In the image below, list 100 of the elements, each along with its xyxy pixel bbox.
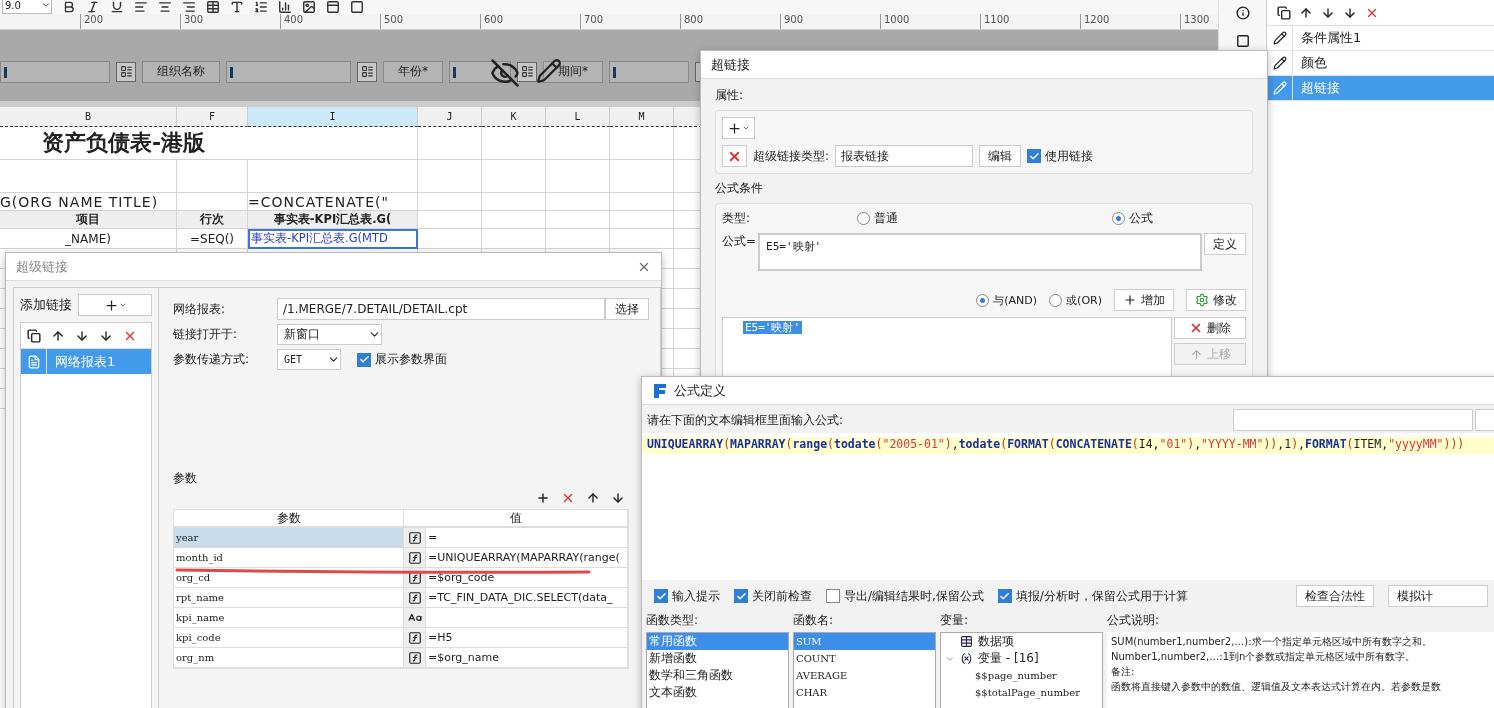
list-icon[interactable]	[254, 0, 268, 14]
down-arrow-icon[interactable]	[1321, 5, 1335, 20]
text-icon[interactable]	[230, 0, 244, 14]
bold-icon[interactable]	[62, 0, 76, 14]
table-cell[interactable]: 项目	[0, 211, 177, 229]
type-selector[interactable]	[404, 528, 426, 548]
column-header[interactable]: L	[546, 107, 610, 127]
radio-button[interactable]	[1112, 212, 1125, 225]
input-field[interactable]: /1.MERGE/7.DETAIL/DETAIL.cpt	[277, 298, 605, 320]
empty-cell[interactable]	[248, 160, 418, 193]
edit-button[interactable]: 编辑	[979, 145, 1022, 167]
input-field[interactable]: 报表链接	[835, 145, 974, 167]
dropdown[interactable]: 新窗口	[277, 324, 382, 345]
delete-button[interactable]	[722, 145, 747, 167]
empty-cell[interactable]	[610, 160, 674, 193]
table-icon[interactable]	[206, 0, 220, 14]
table-cell[interactable]: =TC_FIN_DATA_DIC.SELECT(data_	[426, 588, 628, 608]
checkbox[interactable]	[734, 589, 748, 603]
column-header[interactable]: F	[177, 107, 248, 127]
copy-icon[interactable]	[1277, 5, 1291, 20]
align-center-icon[interactable]	[158, 0, 172, 14]
empty-cell[interactable]	[610, 229, 674, 249]
table-cell[interactable]: kpi_code	[174, 628, 404, 648]
checkbox[interactable]	[357, 352, 371, 367]
delete-icon[interactable]	[561, 491, 575, 505]
empty-cell[interactable]	[418, 127, 482, 160]
table-cell[interactable]: =UNIQUEARRAY(MAPARRAY(range(	[426, 548, 628, 568]
border-icon[interactable]	[350, 0, 364, 14]
add-icon[interactable]	[536, 491, 550, 505]
column-header[interactable]: M	[610, 107, 674, 127]
parameter-field[interactable]	[226, 60, 351, 83]
empty-cell[interactable]	[546, 160, 610, 193]
empty-cell[interactable]	[482, 160, 546, 193]
table-cell[interactable]: rpt_name	[174, 588, 404, 608]
table-cell[interactable]: month_id	[174, 548, 404, 568]
empty-cell[interactable]	[418, 160, 482, 193]
column-header[interactable]: B	[0, 107, 177, 127]
type-selector[interactable]	[404, 548, 426, 568]
checkbox[interactable]	[826, 589, 840, 603]
bar-chart-icon[interactable]	[278, 0, 292, 14]
parameter-field[interactable]	[609, 60, 689, 83]
tree-item[interactable]: $$page_number	[941, 667, 1102, 684]
radio-button[interactable]	[1049, 293, 1063, 307]
table-cell[interactable]: 资产负债表-港版	[0, 127, 418, 160]
type-selector[interactable]	[404, 588, 426, 608]
table-cell[interactable]: 事实表-KPI汇总表.G(	[248, 211, 418, 229]
type-selector[interactable]	[404, 568, 426, 588]
formula-editor[interactable]: UNIQUEARRAY(MAPARRAY(range(todate("2005-01"),todate(FORMAT(CONCATENATE(I4,"01"),"YYYY-MM")),1),FORMAT(ITEM,"yyyyMM")))	[642, 433, 1494, 580]
simulate-button[interactable]: 模拟计	[1388, 585, 1488, 607]
dropdown[interactable]: GET	[277, 349, 341, 370]
column-header[interactable]: K	[482, 107, 546, 127]
type-selector[interactable]	[404, 608, 426, 628]
checkbox[interactable]	[1027, 149, 1042, 163]
modify-button[interactable]: 修改	[1186, 289, 1246, 311]
font-size-field[interactable]: 9.0	[2, 0, 52, 14]
type-selector[interactable]	[404, 648, 426, 668]
table-cell[interactable]: year	[174, 528, 404, 548]
underline-icon[interactable]	[110, 0, 124, 14]
tree-item[interactable]: 变量 - [16]	[941, 650, 1102, 667]
empty-cell[interactable]	[482, 193, 546, 211]
table-cell[interactable]: kpi_name	[174, 608, 404, 628]
tree-item[interactable]: 数据项	[941, 633, 1102, 650]
empty-cell[interactable]	[546, 229, 610, 249]
radio-button[interactable]	[976, 293, 990, 307]
formula-field[interactable]: E5='映射'	[758, 233, 1202, 271]
table-cell[interactable]: 行次	[177, 211, 248, 229]
empty-cell[interactable]	[177, 160, 248, 193]
widget-icon[interactable]	[517, 61, 537, 82]
panel-icon[interactable]	[326, 0, 340, 14]
table-cell[interactable]: =	[426, 528, 628, 548]
empty-cell[interactable]	[482, 127, 546, 160]
define-button[interactable]: 定义	[1204, 233, 1246, 255]
choose-button[interactable]: 选择	[605, 298, 649, 320]
widget-icon[interactable]	[116, 61, 136, 82]
table-cell[interactable]: org_nm	[174, 648, 404, 668]
radio-button[interactable]	[857, 212, 870, 225]
checkbox[interactable]	[654, 589, 668, 603]
info-icon[interactable]	[1235, 6, 1250, 20]
check-button[interactable]: 检查合法性	[1296, 585, 1374, 607]
table-cell[interactable]: =$org_code	[426, 568, 628, 588]
column-header[interactable]: J	[418, 107, 482, 127]
empty-cell[interactable]	[610, 127, 674, 160]
align-right-icon[interactable]	[182, 0, 196, 14]
table-cell[interactable]: =SEQ()	[177, 229, 248, 249]
up-arrow-icon[interactable]	[1299, 5, 1313, 20]
delete-button[interactable]: 删除	[1174, 317, 1246, 339]
empty-cell[interactable]	[0, 160, 177, 193]
empty-cell[interactable]	[546, 211, 610, 229]
condition-item[interactable]: 条件属性1	[1267, 26, 1494, 51]
column-header[interactable]: I	[248, 107, 418, 127]
empty-cell[interactable]	[546, 193, 610, 211]
add-button[interactable]: 增加	[1114, 289, 1174, 311]
search-field[interactable]	[1233, 409, 1473, 431]
empty-cell[interactable]	[482, 229, 546, 249]
table-cell[interactable]: 事实表-KPI汇总表.G(MTD	[248, 229, 418, 249]
empty-cell[interactable]	[418, 193, 482, 211]
empty-cell[interactable]	[610, 193, 674, 211]
align-left-icon[interactable]	[134, 0, 148, 14]
widget-icon[interactable]	[357, 61, 377, 82]
condition-item[interactable]: 颜色	[1267, 51, 1494, 76]
